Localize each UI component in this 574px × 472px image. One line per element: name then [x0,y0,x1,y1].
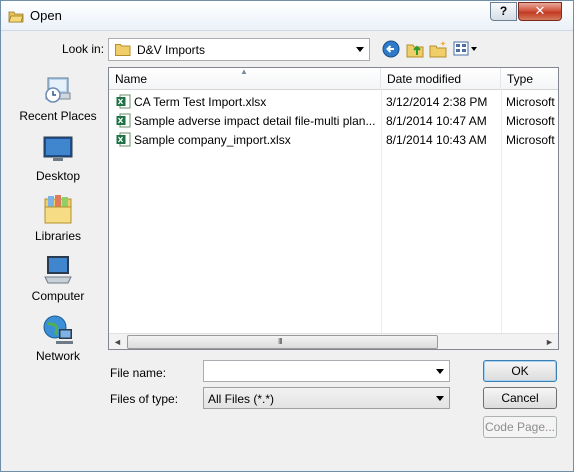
excel-file-icon [116,132,131,147]
column-header-type[interactable]: Type [501,68,558,90]
help-icon: ? [499,4,508,18]
scrollbar-grip-icon: III [278,337,283,346]
scroll-left-icon[interactable]: ◄ [109,334,126,350]
file-name-combo[interactable] [203,360,450,382]
chevron-down-icon[interactable] [436,369,444,374]
places-bar: Recent Places Desktop Libraries Computer… [10,67,106,363]
file-row[interactable]: Sample company_import.xlsx 8/1/2014 10:4… [109,130,558,149]
file-date: 3/12/2014 2:38 PM [386,95,488,109]
title-bar[interactable]: Open ? ✕ [1,1,573,31]
scroll-right-icon[interactable]: ► [541,334,558,350]
place-label: Computer [31,289,85,303]
network-icon [43,315,73,344]
place-label: Libraries [34,229,82,243]
file-type: Microsoft [506,114,555,128]
place-label: Desktop [35,169,81,183]
open-dialog: Open ? ✕ Look in: D&V Imports Recent Pla… [0,0,574,472]
files-of-type-dropdown[interactable]: All Files (*.*) [203,387,450,409]
place-label: Recent Places [19,109,97,123]
place-network[interactable]: Network [10,313,106,369]
up-folder-icon[interactable] [406,40,424,58]
window-title: Open [30,8,62,23]
look-in-value: D&V Imports [137,43,206,57]
close-icon: ✕ [534,3,546,18]
back-icon[interactable] [382,40,400,58]
file-row[interactable]: CA Term Test Import.xlsx 3/12/2014 2:38 … [109,92,558,111]
look-in-dropdown[interactable]: D&V Imports [108,38,370,61]
file-name-label: File name: [110,366,167,380]
view-menu-icon[interactable] [453,40,479,58]
new-folder-icon[interactable] [429,40,447,58]
open-folder-icon [8,11,24,23]
horizontal-scrollbar[interactable]: ◄ III ► [109,333,558,349]
file-row[interactable]: Sample adverse impact detail file-multi … [109,111,558,130]
code-page-button[interactable]: Code Page... [483,416,557,438]
help-button[interactable]: ? [490,2,517,21]
recent-places-icon [45,77,71,103]
computer-icon [44,256,72,284]
place-computer[interactable]: Computer [10,253,106,309]
file-name: CA Term Test Import.xlsx [134,95,267,109]
column-header-row: Name ▲ Date modified Type [109,67,558,90]
file-date: 8/1/2014 10:43 AM [386,133,487,147]
excel-file-icon [116,113,131,128]
place-label: Network [35,349,80,363]
chevron-down-icon [436,396,444,401]
place-desktop[interactable]: Desktop [10,133,106,189]
files-of-type-label: Files of type: [110,392,179,406]
close-button[interactable]: ✕ [518,2,562,21]
file-name: Sample adverse impact detail file-multi … [134,114,376,128]
place-recent-places[interactable]: Recent Places [10,73,106,129]
scrollbar-thumb[interactable]: III [127,335,438,349]
libraries-icon [44,195,72,224]
folder-icon [115,44,131,56]
file-name: Sample company_import.xlsx [134,133,291,147]
file-list[interactable]: Name ▲ Date modified Type CA Term Test I… [108,67,559,350]
file-type: Microsoft [506,133,555,147]
excel-file-icon [116,94,131,109]
file-date: 8/1/2014 10:47 AM [386,114,487,128]
desktop-icon [43,136,73,161]
place-libraries[interactable]: Libraries [10,193,106,249]
column-header-date[interactable]: Date modified [381,68,501,90]
ok-button[interactable]: OK [483,360,557,382]
look-in-label: Look in: [62,42,105,56]
sort-ascending-icon: ▲ [240,67,248,76]
chevron-down-icon [356,47,364,52]
file-type: Microsoft [506,95,555,109]
files-of-type-value: All Files (*.*) [208,392,275,406]
column-header-name[interactable]: Name ▲ [109,67,381,90]
cancel-button[interactable]: Cancel [483,387,557,409]
